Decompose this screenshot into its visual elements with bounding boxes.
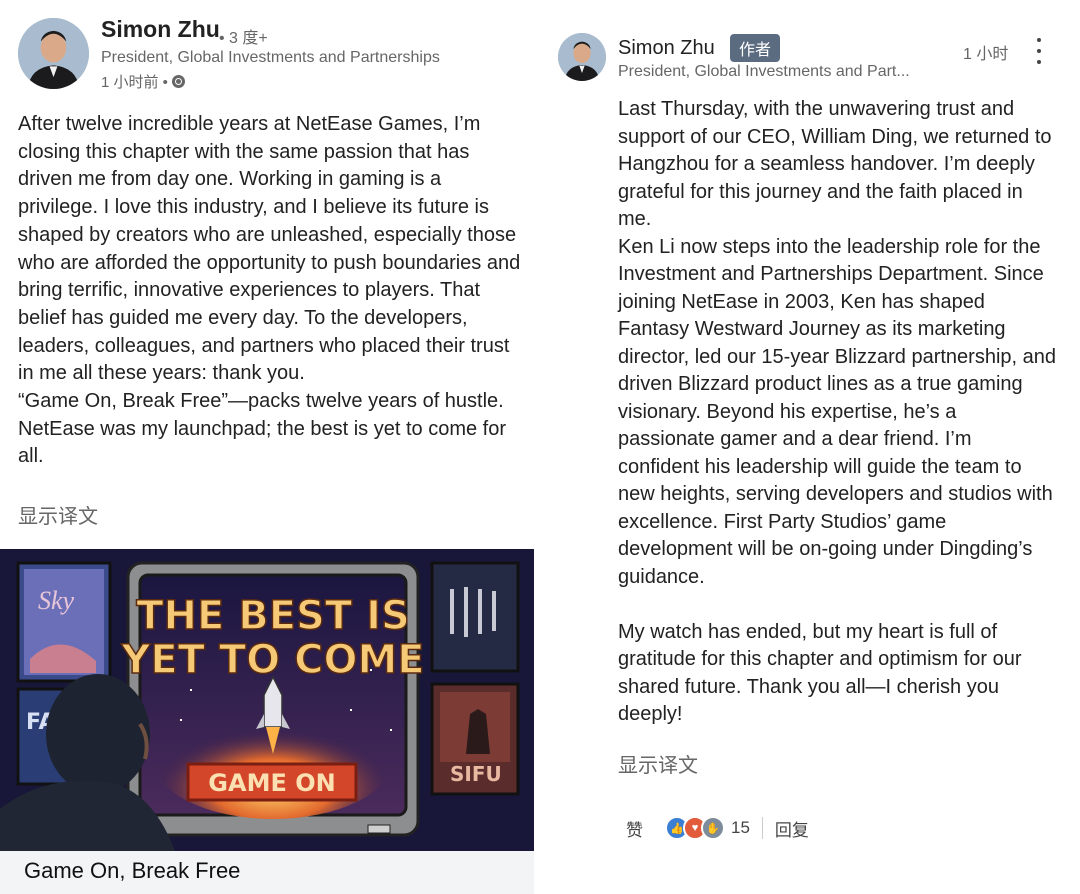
reaction-icons[interactable]: 👍 ♥ ✋ (665, 816, 725, 840)
reply-button[interactable]: 回复 (775, 816, 809, 841)
commenter-name[interactable]: Simon Zhu (618, 37, 715, 60)
comment-actions: 赞 👍 ♥ ✋ 15 回复 (626, 815, 809, 841)
commenter-avatar[interactable] (558, 33, 606, 81)
commenter-headline: President, Global Investments and Part..… (618, 63, 910, 80)
connection-degree: • 3 度+ (219, 30, 268, 47)
support-reaction-icon: ✋ (701, 816, 725, 840)
post-paragraph: After twelve incredible years at NetEase… (18, 113, 521, 385)
show-translation-link[interactable]: 显示译文 (18, 500, 98, 529)
author-comment: Simon Zhu 作者 1 小时 President, Global Inve… (540, 0, 1080, 894)
comment-paragraph: Ken Li now steps into the leadership rol… (618, 235, 1057, 588)
image-caption-bar[interactable]: Game On, Break Free (0, 851, 534, 894)
poster-right-bottom: SIFU (430, 682, 520, 796)
comment-paragraph: My watch has ended, but my heart is full… (618, 620, 1022, 726)
poster-left-top: Sky (16, 561, 112, 683)
image-caption: Game On, Break Free (24, 858, 241, 883)
post-image[interactable]: Sky FA GU SIFU (0, 549, 534, 851)
author-headline: President, Global Investments and Partne… (101, 49, 440, 66)
author-badge: 作者 (730, 34, 781, 62)
post-time-text: 1 小时前 • (101, 74, 168, 91)
comment-body: Last Thursday, with the unwavering trust… (618, 96, 1058, 729)
feed-post: Simon Zhu • 3 度+ President, Global Inves… (0, 0, 534, 894)
post-timestamp: 1 小时前 • (101, 71, 185, 92)
poster-sky-text: Sky (38, 586, 75, 615)
globe-icon (171, 75, 185, 88)
reaction-count[interactable]: 15 (731, 818, 750, 838)
poster-sifu-text: SIFU (450, 762, 502, 786)
show-translation-link[interactable]: 显示译文 (618, 749, 698, 778)
headline-line-2: YET TO COME (120, 637, 424, 683)
author-name[interactable]: Simon Zhu (101, 16, 220, 43)
post-paragraph: “Game On, Break Free”—packs twelve years… (18, 390, 507, 468)
headline-line-1: THE BEST IS (136, 593, 410, 639)
game-on-label: GAME ON (208, 769, 335, 797)
comment-paragraph: Last Thursday, with the unwavering trust… (618, 98, 1052, 230)
author-avatar[interactable] (18, 18, 89, 89)
more-options-icon[interactable] (1034, 38, 1044, 64)
action-divider (761, 817, 763, 839)
like-button[interactable]: 赞 (626, 816, 643, 841)
post-body: After twelve incredible years at NetEase… (18, 111, 526, 471)
comment-timestamp: 1 小时 (963, 46, 1009, 63)
